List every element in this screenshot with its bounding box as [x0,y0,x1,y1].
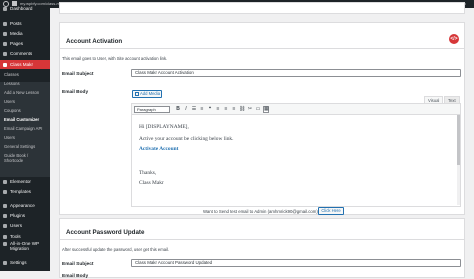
page-icon [3,41,7,46]
sidebar-item-templates[interactable]: Templates [0,187,50,196]
submenu-classes[interactable]: Classes [4,72,19,77]
activation-description: This email goes to User, with Site accou… [62,56,168,61]
email-body-label: Email Body [62,90,89,95]
blockquote-icon[interactable]: ❝ [207,106,213,113]
submenu-add-new-lesson[interactable]: Add a New Lesson [4,90,39,95]
test-email-prompt: Want to Send test email to Admin (amhmri… [203,209,321,214]
format-select[interactable]: Paragraph [134,106,170,113]
italic-icon[interactable]: I [183,106,189,113]
submenu-users[interactable]: Users [4,99,15,104]
previous-card [59,2,465,14]
main-content: Account Activation </> This email goes t… [50,2,474,279]
dashboard-icon [3,6,7,11]
sidebar-item-media[interactable]: Media [0,29,50,38]
comment-icon [3,51,7,56]
class-makr-submenu: Classes Lessons Add a New Lesson Users C… [0,72,50,177]
bullet-list-icon[interactable]: ☰ [191,106,197,113]
sidebar-item-settings[interactable]: Settings [0,258,50,267]
password-description: After successful update the password, us… [62,247,170,252]
email-body-editor[interactable]: Paragraph B I ☰ ≡ ❝ ≡ ≡ ≡ ⛓ ✂ ▭ ▦ Hi [DI… [131,103,461,207]
align-left-icon[interactable]: ≡ [215,106,221,113]
tools-icon [3,234,7,239]
add-media-button[interactable]: Add Media [132,90,162,98]
sidebar-item-pages[interactable]: Pages [0,39,50,48]
align-center-icon[interactable]: ≡ [223,106,229,113]
password-email-body-label: Email Body [62,274,89,279]
sidebar-item-appearance[interactable]: Appearance [0,201,50,210]
email-subject-input[interactable]: Class Makr Account Activation [131,69,461,77]
unlink-icon[interactable]: ✂ [247,106,253,113]
sidebar-item-posts[interactable]: Posts [0,19,50,28]
pin-icon [3,21,7,26]
appearance-icon [3,203,7,208]
activate-account-link[interactable]: Activate Account [139,146,178,152]
media-icon [3,31,7,36]
sidebar-item-comments[interactable]: Comments [0,49,50,58]
migration-icon [3,242,7,246]
users-icon [3,223,7,228]
divider [60,48,464,49]
password-email-subject-input[interactable]: Class Makr Account Password Updated [131,259,461,267]
add-media-icon [135,92,139,96]
content-greeting: Hi [DISPLAYNAME], [139,124,189,130]
submenu-email-customizer[interactable]: Email Customizer [4,117,39,122]
divider [60,239,464,240]
submenu-users-2[interactable]: Users [4,135,15,140]
password-email-subject-label: Email Subject [62,262,94,267]
account-password-update-title: Account Password Update [66,229,145,236]
align-right-icon[interactable]: ≡ [231,106,237,113]
numbered-list-icon[interactable]: ≡ [199,106,205,113]
content-thanks: Thanks, [139,170,157,176]
click-here-button[interactable]: Click Here [318,207,344,215]
sidebar-item-dashboard[interactable]: Dashboard [0,4,50,13]
editor-toolbar: Paragraph B I ☰ ≡ ❝ ≡ ≡ ≡ ⛓ ✂ ▭ ▦ [132,104,460,115]
link-icon[interactable]: ⛓ [239,106,245,113]
submenu-lessons[interactable]: Lessons [4,81,20,86]
plugin-icon [3,213,7,218]
elementor-icon [3,179,7,184]
settings-icon [3,260,7,265]
sidebar-item-elementor[interactable]: Elementor [0,177,50,186]
submenu-general-settings[interactable]: General Settings [4,144,35,149]
admin-sidebar: Dashboard Posts Media Pages Comments Cla… [0,6,50,271]
bold-icon[interactable]: B [175,106,181,113]
templates-icon [3,189,7,194]
submenu-email-campaign-api[interactable]: Email Campaign API [4,126,42,131]
account-activation-title: Account Activation [66,38,123,45]
class-makr-icon [3,62,7,67]
sidebar-item-users[interactable]: Users [0,221,50,230]
read-more-icon[interactable]: ▭ [255,106,261,113]
account-password-update-card: Account Password Update After successful… [59,218,465,279]
content-signature: Class Makr [139,180,164,186]
toolbar-toggle-icon[interactable]: ▦ [263,106,269,113]
submenu-coupons[interactable]: Coupons [4,108,21,113]
scrollbar-thumb[interactable] [457,115,460,165]
email-subject-label: Email Subject [62,72,94,77]
content-instruction: Active your account be clicking below li… [139,136,234,142]
class-makr-logo-icon: </> [449,34,459,44]
sidebar-item-all-in-one-wp-migration[interactable]: All-in-One WP Migration [0,240,50,252]
sidebar-item-plugins[interactable]: Plugins [0,211,50,220]
tab-text[interactable]: Text [444,96,460,103]
sidebar-item-class-makr[interactable]: Class Makr [0,60,50,69]
editor-scrollbar[interactable] [457,115,460,205]
tab-visual[interactable]: Visual [424,96,444,103]
account-activation-card: Account Activation </> This email goes t… [59,22,465,215]
submenu-guide-book[interactable]: Guide Book / Shortcode [4,153,48,163]
